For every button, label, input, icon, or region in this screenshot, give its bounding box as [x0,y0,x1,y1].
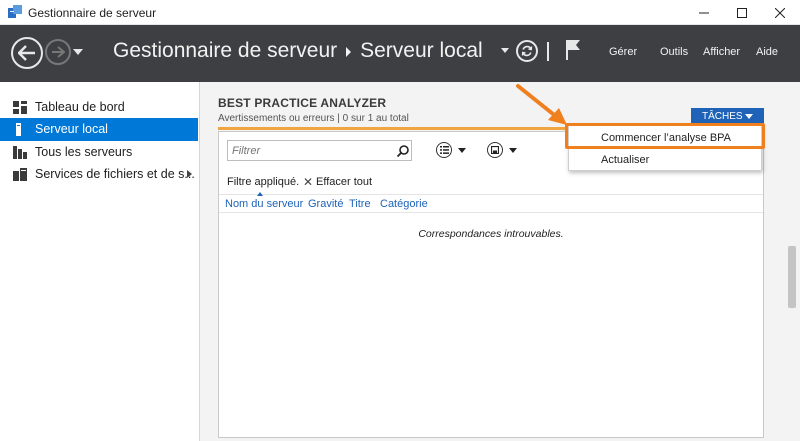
menu-outils[interactable]: Outils [660,46,688,58]
clear-all-link[interactable]: Effacer tout [316,176,372,188]
header-divider [547,42,549,61]
chevron-right-icon [346,47,352,57]
filter-input[interactable] [232,143,392,158]
sidebar-item-label: Tableau de bord [35,100,125,114]
arrow-right-icon [52,46,65,58]
section-title: BEST PRACTICE ANALYZER [218,96,387,110]
menu-gerer[interactable]: Gérer [609,46,637,58]
arrow-left-icon [18,45,35,61]
scrollbar-thumb[interactable] [788,246,796,308]
header-bar: Gestionnaire de serveur Serveur local Gé… [0,25,800,82]
dashboard-icon [13,101,27,114]
sidebar-item-serveur-local[interactable]: Serveur local [0,118,198,141]
chevron-right-icon[interactable] [187,170,192,178]
chevron-down-icon[interactable] [458,148,466,153]
menu-item-refresh[interactable]: Actualiser [569,149,761,170]
back-button[interactable] [11,37,43,69]
section-subtitle: Avertissements ou erreurs | 0 sur 1 au t… [218,113,409,124]
minimize-icon [699,12,709,13]
maximize-icon [737,7,747,18]
save-icon [491,146,499,154]
sidebar-item-label: Serveur local [35,122,108,136]
breadcrumb-current: Serveur local [360,39,483,62]
sidebar-item-tous-les-serveurs[interactable]: Tous les serveurs [0,141,198,164]
clear-icon[interactable]: ✕ [303,175,313,189]
column-header-server-name[interactable]: Nom du serveur [225,198,303,210]
sort-ascending-icon [257,192,263,196]
search-icon[interactable] [396,144,410,158]
server-manager-app-icon [8,5,22,18]
tasks-button-label: TÂCHES [702,111,743,122]
chevron-down-icon [745,114,753,119]
bpa-results-panel: Filtre appliqué. ✕ Effacer tout Nom du s… [218,131,764,438]
menu-afficher[interactable]: Afficher [703,46,740,58]
refresh-icon [521,45,533,57]
close-button[interactable] [762,0,798,25]
chevron-down-icon[interactable] [509,148,517,153]
breadcrumb-dropdown-icon[interactable] [501,48,509,53]
annotation-arrow-icon [516,84,567,125]
column-header-severity[interactable]: Gravité [308,198,343,210]
title-bar: Gestionnaire de serveur [0,0,800,25]
sidebar-item-tableau-de-bord[interactable]: Tableau de bord [0,96,198,119]
maximize-button[interactable] [724,0,760,25]
sidebar-item-services-de-fichiers[interactable]: Services de fichiers et de s... [0,163,198,186]
notifications-flag-icon[interactable] [565,39,581,61]
column-header-category[interactable]: Catégorie [380,198,428,210]
menu-aide[interactable]: Aide [756,46,778,58]
filter-field[interactable] [227,140,412,161]
refresh-button[interactable] [516,40,538,62]
breadcrumb-root[interactable]: Gestionnaire de serveur [113,39,337,63]
close-icon [775,7,785,18]
sidebar: Tableau de bord Serveur local Tous les s… [0,82,200,441]
sidebar-item-label: Services de fichiers et de s... [35,167,195,181]
servers-icon [13,146,27,159]
filter-applied-label: Filtre appliqué. [227,176,300,188]
file-services-icon [13,168,27,181]
sidebar-item-label: Tous les serveurs [35,145,133,159]
list-options-button[interactable] [436,142,452,158]
forward-button[interactable] [45,39,71,65]
highlight-box-annotation [565,123,765,149]
column-header-title[interactable]: Titre [349,198,371,210]
column-header-row: Nom du serveur Gravité Titre Catégorie [219,192,763,213]
save-query-button[interactable] [487,142,503,158]
breadcrumb: Gestionnaire de serveur Serveur local [113,39,483,63]
vertical-scrollbar[interactable] [784,82,800,441]
empty-results-message: Correspondances introuvables. [418,228,564,240]
server-icon [16,123,21,136]
history-dropdown-icon[interactable] [73,49,83,55]
minimize-button[interactable] [686,0,722,25]
list-icon [439,146,449,154]
window-title: Gestionnaire de serveur [28,6,157,20]
